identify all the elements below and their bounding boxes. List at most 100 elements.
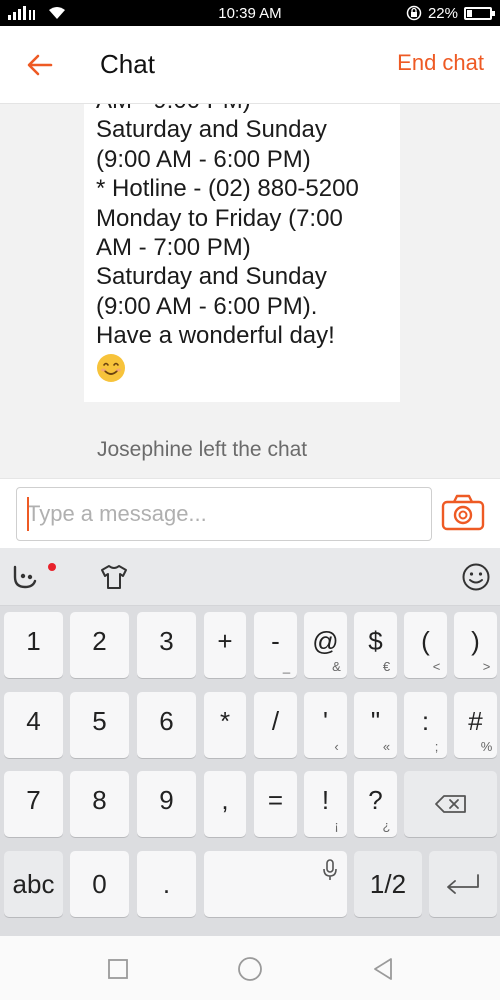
message-line: * Hotline - (02) 880-5200 [96, 175, 359, 203]
message-line: (9:00 AM - 6:00 PM) [96, 145, 311, 173]
key-label: ) [471, 626, 480, 656]
key-label: 3 [159, 626, 174, 656]
message-line: AM - 9:00 PM) [96, 104, 388, 115]
theme-button[interactable] [96, 560, 132, 594]
triangle-back-icon [374, 958, 392, 980]
key-sublabel: ¡ [334, 818, 339, 833]
key-dollar[interactable]: $ € [354, 612, 397, 678]
key-5[interactable]: 5 [70, 692, 129, 758]
emoji-button[interactable] [458, 560, 494, 594]
key-0[interactable]: 0 [70, 851, 129, 917]
message-bubble: AM - 9:00 PM) Saturday and Sunday (9:00 … [84, 104, 400, 402]
key-sublabel: « [382, 739, 391, 754]
home-button[interactable] [235, 954, 265, 984]
key-open-paren[interactable]: (< [404, 612, 447, 678]
key-colon[interactable]: :; [404, 692, 447, 758]
chat-message-list[interactable]: AM - 9:00 PM) Saturday and Sunday (9:00 … [0, 104, 500, 478]
message-line: Have a wonderful day! [96, 322, 335, 350]
key-2[interactable]: 2 [70, 612, 129, 678]
camera-button[interactable] [440, 493, 486, 533]
page-title: Chat [100, 49, 155, 79]
key-label: * [219, 706, 231, 736]
smiling-face-emoji-icon [97, 353, 125, 382]
key-7[interactable]: 7 [4, 771, 63, 837]
message-line: Monday to Friday (7:00 [96, 204, 343, 232]
status-bar: 10:39 AM 22% [0, 0, 500, 26]
message-line: Saturday and Sunday [96, 116, 327, 144]
notification-dot [48, 563, 56, 571]
key-label: 1 [26, 626, 41, 656]
key-close-paren[interactable]: ) > [454, 612, 497, 678]
rotation-lock-icon [406, 5, 422, 21]
key-slash[interactable]: / [254, 692, 297, 758]
key-label: = [267, 785, 284, 815]
battery-percent: 22% [427, 4, 458, 22]
keyboard-logo-button[interactable] [8, 560, 44, 594]
key-label: $ [368, 626, 383, 656]
key-8[interactable]: 8 [70, 771, 129, 837]
message-line: (9:00 AM - 6:00 PM). [96, 292, 318, 320]
key-minus[interactable]: - _ [254, 612, 297, 678]
key-9[interactable]: 9 [137, 771, 196, 837]
key-sublabel: > [482, 659, 491, 674]
key-label: ( [421, 626, 430, 656]
circle-icon [238, 957, 262, 981]
key-label: / [271, 706, 280, 736]
abc-key[interactable]: abc [4, 851, 63, 917]
keyboard: 1 2 3 + - _ @ & $ € (< ) > 4 5 6 * / ' ‹ " « :… [0, 606, 500, 936]
key-hash[interactable]: #% [454, 692, 497, 758]
status-right: 22% [406, 4, 495, 22]
keyboard-toolbar [0, 548, 500, 606]
status-left [8, 6, 66, 20]
key-equals[interactable]: = [254, 771, 297, 837]
key-sublabel: < [432, 659, 441, 674]
key-quote[interactable]: " « [354, 692, 397, 758]
key-label: 8 [92, 785, 107, 815]
composer [0, 478, 500, 548]
system-message: Josephine left the chat [97, 438, 308, 461]
arrow-left-icon [27, 54, 53, 75]
key-asterisk[interactable]: * [204, 692, 246, 758]
key-label: 5 [92, 706, 107, 736]
key-plus[interactable]: + [204, 612, 246, 678]
key-label: abc [12, 868, 55, 899]
wifi-icon [49, 7, 65, 19]
battery-icon [464, 6, 495, 20]
end-chat-button[interactable]: End chat [397, 50, 484, 76]
key-comma[interactable]: , [204, 771, 246, 837]
chat-header: Chat End chat [0, 26, 500, 104]
key-3[interactable]: 3 [137, 612, 196, 678]
key-sublabel: ; [434, 739, 439, 754]
key-4[interactable]: 4 [4, 692, 63, 758]
backspace-key[interactable] [404, 771, 497, 837]
key-sublabel: & [332, 659, 341, 674]
key-sublabel: ¿ [382, 818, 391, 833]
camera-icon [441, 494, 485, 531]
shirt-icon [101, 565, 127, 589]
key-question[interactable]: ? ¿ [354, 771, 397, 837]
enter-key[interactable] [429, 851, 497, 917]
symbol-page-key[interactable]: 1/2 [354, 851, 422, 917]
key-6[interactable]: 6 [137, 692, 196, 758]
recents-button[interactable] [103, 954, 133, 984]
space-key[interactable] [204, 851, 347, 917]
key-1[interactable]: 1 [4, 612, 63, 678]
back-nav-button[interactable] [368, 954, 398, 984]
key-period[interactable]: . [137, 851, 196, 917]
key-label: 1/2 [369, 868, 407, 899]
key-label: + [217, 626, 233, 656]
key-label: ! [321, 785, 330, 815]
microphone-icon [323, 859, 337, 880]
key-at[interactable]: @ & [304, 612, 347, 678]
key-label: 0 [92, 868, 107, 899]
message-line: Saturday and Sunday [96, 263, 327, 291]
key-label: 6 [159, 706, 174, 736]
message-input[interactable] [16, 487, 432, 541]
back-button[interactable] [0, 26, 80, 104]
text-cursor [27, 497, 29, 531]
key-apostrophe[interactable]: ' ‹ [304, 692, 347, 758]
key-sublabel: € [382, 659, 391, 674]
key-label: - [271, 626, 280, 656]
key-label: 4 [26, 706, 41, 736]
key-exclamation[interactable]: ! ¡ [304, 771, 347, 837]
